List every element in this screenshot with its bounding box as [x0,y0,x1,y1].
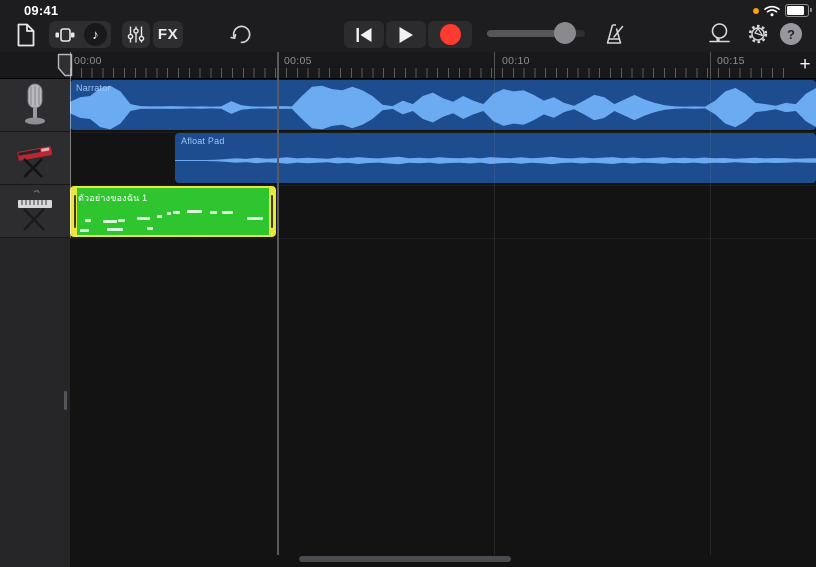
record-button[interactable] [428,21,472,48]
add-section-button[interactable]: + [794,53,816,77]
midi-note [103,220,117,223]
ruler-time-label: 00:10 [502,55,530,67]
gear-icon [746,22,770,46]
loop-browser-icon [708,22,732,46]
tracks-view-icon [54,26,76,44]
keyboard-on-stand-icon [12,188,58,234]
metronome-button[interactable] [601,20,629,48]
midi-note [247,217,263,220]
settings-button[interactable] [744,20,772,48]
midi-note [222,211,233,214]
record-icon [440,24,461,45]
region-label: ตัวอย่างของฉัน 1 [78,191,147,205]
loop-browser-button[interactable] [706,20,734,48]
midi-note [85,219,91,222]
waveform [175,133,816,183]
midi-note [118,219,125,222]
garageband-app: 09:41 [0,0,816,567]
play-button[interactable] [386,21,426,48]
ruler-time-label: 00:00 [74,55,102,67]
section-boundary-line [277,52,279,555]
microphone-in-use-indicator-icon [753,8,759,14]
rewind-button[interactable] [344,21,384,48]
midi-note [137,217,150,220]
grid-line [710,52,711,555]
fx-label: FX [158,26,178,43]
midi-note [157,215,162,218]
document-icon [16,23,36,47]
toolbar: 09:41 [0,0,816,52]
rewind-icon [355,27,373,43]
undo-button[interactable] [227,20,255,48]
undo-arrow-icon [229,22,253,46]
help-button[interactable]: ? [780,23,802,45]
microphone-icon [16,82,54,128]
ruler-time-label: 00:05 [284,55,312,67]
battery-icon [785,4,809,17]
volume-slider-knob[interactable] [554,22,576,44]
tracks-lane-area[interactable]: Narrator Afloat Pad ตัวอย่างของฉัน 1 [70,79,816,555]
midi-note [147,227,153,230]
audio-region-narrator[interactable]: Narrator [70,80,816,130]
horizontal-scrollbar[interactable] [299,556,511,562]
grid-line [494,52,495,555]
track-header-column: + [0,79,70,567]
red-synth-keyboard-icon [12,135,58,181]
midi-note [187,210,202,213]
metronome-icon [603,23,627,45]
status-time: 09:41 [24,3,58,18]
midi-region-selected[interactable]: ตัวอย่างของฉัน 1 [70,186,276,237]
midi-note [173,211,180,214]
track-header-synth-pad[interactable] [0,132,70,185]
fx-button[interactable]: FX [153,21,183,48]
midi-note [210,211,217,214]
question-mark-icon: ? [780,23,802,45]
track-header-keyboard[interactable] [0,185,70,238]
region-label: Afloat Pad [181,136,225,146]
track-controls-button[interactable] [122,21,150,48]
vertical-scroll-indicator[interactable] [64,391,67,410]
ruler-time-label: 00:15 [717,55,745,67]
region-label: Narrator [76,83,111,93]
audio-region-afloat-pad[interactable]: Afloat Pad [175,133,816,183]
status-icons [753,4,809,17]
midi-note [80,229,89,232]
playhead-line [70,52,71,238]
track-header-audio-recorder[interactable] [0,79,70,132]
tracks-view-button[interactable] [49,21,80,48]
my-songs-button[interactable] [12,21,40,49]
midi-note [107,228,123,231]
play-icon [398,26,414,44]
view-segmented-control: ♪ [49,21,111,48]
lane-separator [70,238,816,239]
sound-browser-button[interactable]: ♪ [80,21,111,48]
playhead-handle[interactable] [57,53,73,77]
wifi-icon [764,5,780,17]
mixer-sliders-icon [127,25,145,44]
time-ruler[interactable]: 00:00 00:05 00:10 00:15 + [0,52,816,79]
region-trim-handle-right[interactable] [269,188,274,235]
ruler-ticks [70,68,786,78]
music-note-icon: ♪ [84,23,107,46]
region-trim-handle-left[interactable] [72,188,77,235]
midi-note [167,212,171,215]
waveform [70,80,816,130]
volume-slider-fill [487,30,559,37]
